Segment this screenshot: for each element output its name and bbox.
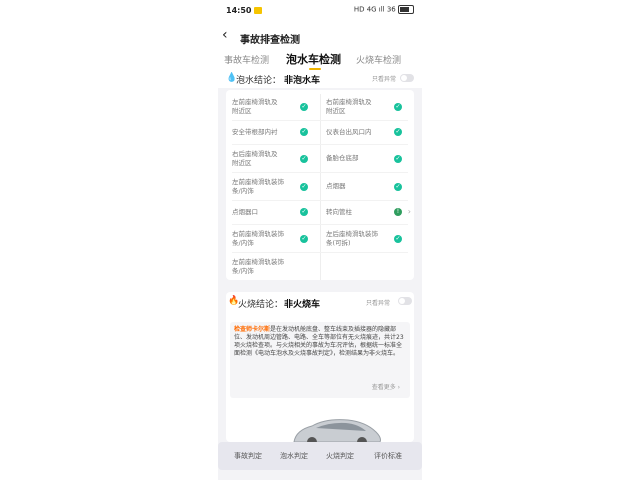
chevron-right-icon: › bbox=[407, 207, 411, 216]
bottom-tab-standard[interactable]: 评价标准 bbox=[374, 451, 402, 461]
phone-screen: 14:50 HD 4G ıll 36 ‹ 事故排查检测 事故车检测 泡水车检测 … bbox=[218, 0, 422, 480]
tab-accident[interactable]: 事故车检测 bbox=[224, 53, 269, 66]
bottom-tab-bar: 事故判定 泡水判定 火烧判定 评价标准 bbox=[218, 442, 422, 470]
bottom-tab-flood[interactable]: 泡水判定 bbox=[280, 451, 308, 461]
tab-flood[interactable]: 泡水车检测 bbox=[286, 51, 341, 67]
check-ok-icon: ✓ bbox=[300, 208, 308, 216]
note-text: 检查师卡尔斯是在发动机舱底盘、整车线束及插接器的隐藏部位、发动机周边管路、电路、… bbox=[234, 326, 406, 358]
check-ok-icon: ✓ bbox=[394, 235, 402, 243]
check-item-label: 点烟器 bbox=[326, 182, 346, 190]
check-item-label: 点烟器口 bbox=[232, 208, 258, 216]
bottom-tab-fire[interactable]: 火烧判定 bbox=[326, 451, 354, 461]
check-ok-icon: ✓ bbox=[394, 183, 402, 191]
battery-icon bbox=[398, 5, 414, 14]
fire-section: 🔥 火烧结论： 非火烧车 只看异常 检查师卡尔斯是在发动机舱底盘、整车线束及插接… bbox=[226, 292, 414, 444]
check-ok-icon: ✓ bbox=[300, 183, 308, 191]
fire-conclusion-label: 火烧结论： bbox=[238, 300, 284, 310]
fire-summary: 🔥 火烧结论： 非火烧车 只看异常 bbox=[226, 292, 414, 314]
check-ok-icon: ✓ bbox=[394, 103, 402, 111]
notification-badge bbox=[254, 7, 262, 14]
signal-text: HD 4G ıll 36 bbox=[353, 5, 396, 14]
fire-inspection-note: 检查师卡尔斯是在发动机舱底盘、整车线束及插接器的隐藏部位、发动机周边管路、电路、… bbox=[230, 322, 410, 398]
flood-conclusion-label: 泡水结论： bbox=[236, 76, 282, 86]
check-item-label: 备胎仓底部 bbox=[326, 154, 359, 162]
row-divider bbox=[232, 252, 408, 253]
check-ok-icon: ✓ bbox=[394, 128, 402, 136]
fire-conclusion-value: 非火烧车 bbox=[284, 300, 321, 310]
only-abnormal-toggle[interactable] bbox=[398, 297, 412, 305]
view-more-link[interactable]: 查看更多 › bbox=[372, 384, 400, 392]
check-item-label: 右后座椅滑轨及 附近区 bbox=[232, 150, 278, 167]
row-divider bbox=[232, 172, 408, 173]
car-image bbox=[293, 419, 381, 444]
inspector-name: 检查师卡尔斯 bbox=[234, 326, 271, 333]
page-title: 事故排查检测 bbox=[240, 35, 300, 46]
check-item-label: 右前座椅滑轨装饰 条/内饰 bbox=[232, 230, 284, 247]
check-ok-icon: ✓ bbox=[300, 103, 308, 111]
row-divider bbox=[232, 120, 408, 121]
check-item-label: 仪表台出风口内 bbox=[326, 128, 372, 136]
check-ok-icon: ✓ bbox=[394, 155, 402, 163]
only-abnormal-toggle[interactable] bbox=[400, 74, 414, 82]
check-item-label: 转向管柱 bbox=[326, 208, 352, 216]
check-item-label: 右前座椅滑轨及 附近区 bbox=[326, 98, 372, 115]
check-item-label: 安全带根部内衬 bbox=[232, 128, 278, 136]
only-abnormal-label: 只看异常 bbox=[371, 76, 396, 83]
tab-bar: 事故车检测 泡水车检测 火烧车检测 bbox=[218, 50, 422, 70]
flood-summary: 💧 泡水结论： 非泡水车 只看异常 bbox=[218, 70, 422, 88]
check-item-label: 左后座椅滑轨装饰 条(可拆) bbox=[326, 230, 378, 247]
check-item-label: 左前座椅滑轨及 附近区 bbox=[232, 98, 278, 115]
row-divider bbox=[232, 144, 408, 145]
status-time: 14:50 bbox=[226, 6, 252, 15]
back-icon[interactable]: ‹ bbox=[222, 27, 228, 43]
tab-fire[interactable]: 火烧车检测 bbox=[356, 53, 401, 66]
check-ok-icon: ✓ bbox=[300, 128, 308, 136]
flood-check-card: 左前座椅滑轨及 附近区 ✓ 右前座椅滑轨及 附近区 ✓ 安全带根部内衬 ✓ 仪表… bbox=[226, 90, 414, 280]
status-bar: 14:50 HD 4G ıll 36 bbox=[218, 0, 422, 22]
check-item-label: 左前座椅滑轨装饰 条/内饰 bbox=[232, 258, 284, 275]
flood-conclusion-value: 非泡水车 bbox=[284, 76, 321, 86]
bottom-tab-accident[interactable]: 事故判定 bbox=[234, 451, 262, 461]
row-divider bbox=[232, 224, 408, 225]
check-ok-icon: ✓ bbox=[300, 155, 308, 163]
check-ok-icon: ✓ bbox=[300, 235, 308, 243]
check-item-label: 左前座椅滑轨装饰 条/内饰 bbox=[232, 178, 284, 195]
nav-bar: ‹ 事故排查检测 bbox=[218, 22, 422, 50]
only-abnormal-label: 只看异常 bbox=[365, 300, 390, 307]
check-warning-icon: ! bbox=[394, 208, 402, 216]
row-divider bbox=[232, 200, 408, 201]
status-icons: HD 4G ıll 36 bbox=[354, 5, 414, 14]
